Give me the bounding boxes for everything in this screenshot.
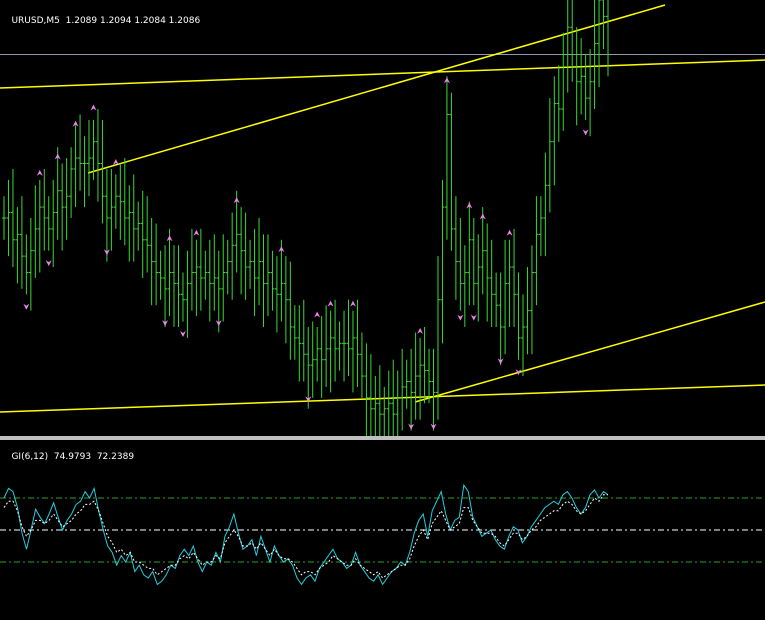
price-chart-pane[interactable]: URUSD,M5 1.2089 1.2094 1.2084 1.2086 bbox=[0, 0, 765, 436]
ohlc-values: 1.2089 1.2094 1.2084 1.2086 bbox=[65, 16, 201, 26]
fractal-up-marker bbox=[506, 229, 513, 236]
rsi-name-label: GI(6,12) bbox=[11, 452, 49, 462]
fractal-up-marker bbox=[36, 169, 43, 176]
fractal-up-marker bbox=[193, 229, 200, 236]
rsi-indicator-pane[interactable]: GI(6,12) 74.9793 72.2389 bbox=[0, 440, 765, 620]
chart-header: URUSD,M5 1.2089 1.2094 1.2084 1.2086 bbox=[0, 6, 200, 36]
rsi-slow-line bbox=[3, 494, 608, 579]
fractal-up-marker bbox=[90, 104, 97, 111]
price-chart-canvas bbox=[0, 0, 765, 436]
fractal-up-marker bbox=[349, 300, 356, 307]
fractal-down-marker bbox=[470, 314, 477, 321]
rsi-values: 74.9793 72.2389 bbox=[53, 452, 135, 462]
trendline-2 bbox=[0, 59, 765, 89]
fractal-down-marker bbox=[23, 303, 30, 310]
fractal-down-marker bbox=[582, 129, 589, 136]
fractal-up-marker bbox=[112, 158, 119, 165]
fractal-down-marker bbox=[45, 260, 52, 267]
fractal-up-marker bbox=[327, 300, 334, 307]
rsi-fast-line bbox=[3, 483, 609, 586]
rsi-header: GI(6,12) 74.9793 72.2389 bbox=[0, 442, 134, 472]
trendline-3 bbox=[0, 384, 765, 413]
fractal-down-marker bbox=[179, 331, 186, 337]
symbol-label: URUSD,M5 bbox=[11, 16, 60, 26]
fractal-up-marker bbox=[314, 311, 321, 318]
fractal-up-marker bbox=[417, 327, 424, 334]
fractal-down-marker bbox=[457, 314, 464, 321]
